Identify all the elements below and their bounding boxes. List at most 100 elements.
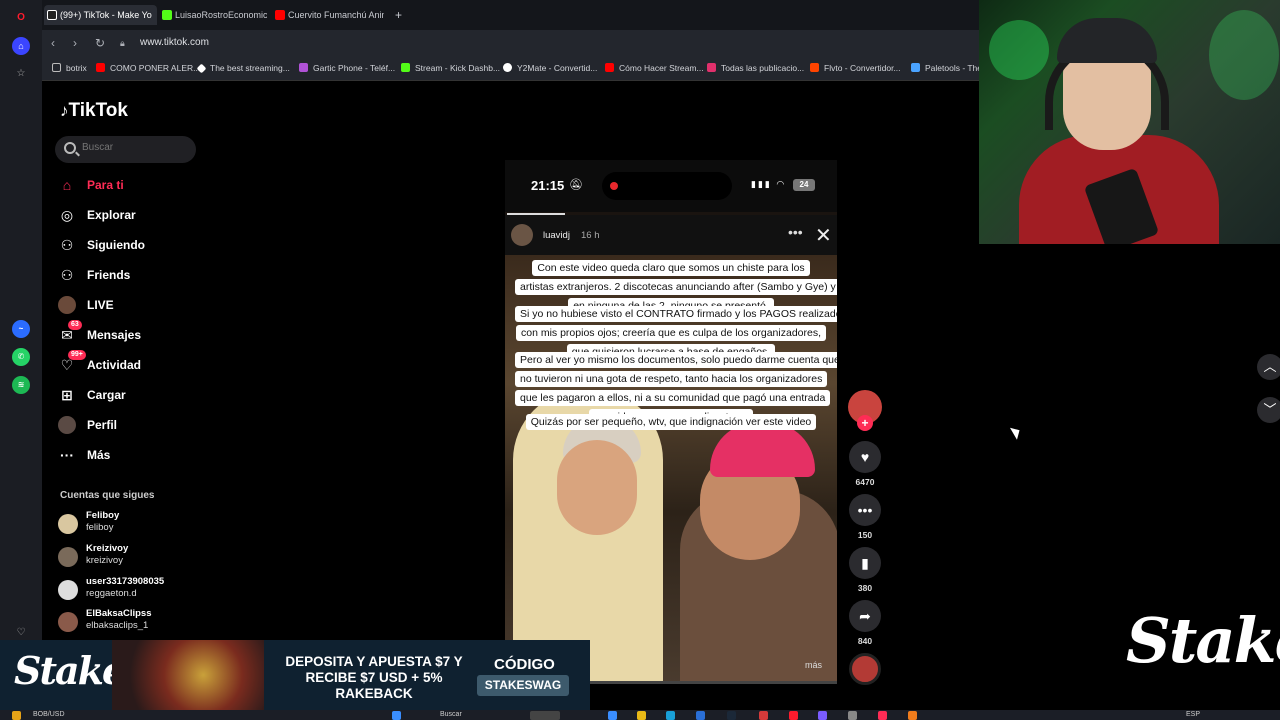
bookmarks-bar: botrix COMO PONER ALER... The best strea… (42, 57, 982, 81)
bookmark-item[interactable]: Stream - Kick Dashb... (401, 63, 500, 73)
bookmark-item[interactable]: Todas las publicacio... (707, 63, 804, 73)
opera-logo-icon[interactable]: O (12, 9, 30, 27)
tab-kick[interactable]: LuisaoRostroEconomico S (159, 5, 267, 25)
taskbar-app-icon[interactable] (759, 711, 768, 720)
bookmark-item[interactable]: Flvto - Convertidor... (810, 63, 901, 73)
bookmark-icon: ▮ (849, 547, 881, 579)
nav-item-mensajes[interactable]: ✉ 63 Mensajes (58, 320, 141, 346)
tab-tiktok[interactable]: (99+) TikTok - Make Yo (44, 5, 157, 25)
youtube-icon (605, 63, 614, 72)
home-icon[interactable]: ⌂ (12, 37, 30, 55)
video-player[interactable]: 21:15 🔕︎ ▮▮▮ ◠ 24 luavidj 16 h ••• ✕ Con… (505, 160, 837, 683)
webcam-person-cap (1057, 18, 1157, 63)
casino-art (112, 640, 264, 710)
bookmark-item[interactable]: Paletools - The (911, 63, 982, 73)
star-icon[interactable]: ☆ (12, 65, 30, 83)
save-button[interactable]: ▮ 380 (848, 547, 882, 593)
nav-item-explorar[interactable]: ◎ Explorar (58, 204, 136, 226)
banner-headline: DEPOSITA Y APUESTA $7 Y RECIBE $7 USD + … (285, 654, 463, 701)
webcam-light (989, 20, 1049, 80)
kick-icon (401, 63, 410, 72)
tiktok-logo[interactable]: ♪TikTok (60, 100, 128, 122)
bookmark-item[interactable]: Cómo Hacer Stream... (605, 63, 704, 73)
taskbar-app-icon[interactable] (696, 711, 705, 720)
nav-item-mas[interactable]: ··· Más (58, 444, 110, 466)
bookmark-item[interactable]: Gartic Phone - Teléf... (299, 63, 395, 73)
messenger-icon[interactable]: ~ (12, 320, 30, 338)
bookmark-item[interactable]: COMO PONER ALER... (96, 63, 200, 73)
banner-code-label: CÓDIGO (494, 656, 555, 673)
gear-icon[interactable] (848, 711, 857, 720)
bookmark-item[interactable]: The best streaming... (196, 63, 290, 74)
instagram-icon (707, 63, 716, 72)
steam-icon[interactable] (727, 711, 736, 720)
tab-bar: (99+) TikTok - Make Yo LuisaoRostroEcono… (42, 0, 979, 30)
heart-icon: ♥ (849, 441, 881, 473)
music-disc-icon[interactable] (849, 653, 881, 685)
more-link[interactable]: más (805, 660, 822, 670)
story-username: luavidj (543, 230, 570, 241)
nav-item-siguiendo[interactable]: ⚇ Siguiendo (58, 234, 145, 256)
windows-taskbar: BOB/USD Buscar ESP (0, 710, 1280, 720)
nav-item-perfil[interactable]: Perfil (58, 414, 117, 436)
search-input[interactable] (82, 142, 182, 153)
caption-line: Con este video queda claro que somos un … (532, 260, 810, 276)
forward-icon[interactable]: › (73, 36, 77, 50)
nav-item-live[interactable]: LIVE (58, 294, 114, 316)
video-person-left-face (557, 440, 637, 535)
follow-plus-icon[interactable]: + (857, 415, 873, 431)
opera-icon[interactable] (789, 711, 798, 720)
close-icon: ✕ (815, 225, 832, 247)
bookmark-item[interactable]: Y2Mate - Convertid... (503, 63, 597, 73)
tiktok-favicon-icon (47, 10, 57, 20)
taskbar-app-icon[interactable] (908, 711, 917, 720)
youtube-icon (96, 63, 105, 72)
story-time: 16 h (581, 230, 600, 241)
whatsapp-icon[interactable]: ✆ (12, 348, 30, 366)
diamond-icon (196, 63, 207, 74)
search-box[interactable] (55, 136, 196, 163)
avatar (58, 612, 78, 632)
phone-status-bar: 21:15 🔕︎ ▮▮▮ ◠ 24 (505, 160, 837, 212)
share-count: 840 (857, 636, 873, 646)
ticker-text: BOB/USD (33, 711, 65, 718)
avatar (58, 514, 78, 534)
messages-badge: 63 (68, 320, 82, 330)
stake-logo: Stake (1126, 604, 1280, 677)
paletools-icon (911, 63, 920, 72)
nav-item-friends[interactable]: ⚇ Friends (58, 264, 131, 286)
nav-item-actividad[interactable]: ♡ 99+ Actividad (58, 350, 141, 376)
new-tab-button[interactable]: + (390, 5, 408, 25)
comment-button[interactable]: ••• 150 (848, 494, 882, 540)
reload-icon[interactable]: ↻ (95, 36, 105, 50)
back-icon[interactable]: ‹ (51, 36, 55, 50)
live-icon (58, 296, 76, 314)
comment-count: 150 (857, 530, 873, 540)
chevron-up-icon[interactable]: ︿ (1257, 354, 1280, 380)
language-indicator[interactable]: ESP (1186, 710, 1200, 720)
stake-ad-banner: Stake DEPOSITA Y APUESTA $7 Y RECIBE $7 … (0, 640, 590, 710)
bookmark-item[interactable]: botrix (52, 63, 87, 73)
windows-start-icon[interactable] (392, 711, 401, 720)
caption-line: Si yo no hubiese visto el CONTRATO firma… (515, 306, 837, 322)
tiktok-app-icon[interactable] (878, 711, 887, 720)
record-dot-icon (610, 182, 618, 190)
nav-item-cargar[interactable]: ⊞ Cargar (58, 384, 126, 406)
url-field[interactable]: www.tiktok.com (140, 37, 209, 48)
share-button[interactable]: ➦ 840 (848, 600, 882, 646)
taskbar-app-icon[interactable] (818, 711, 827, 720)
tab-youtube[interactable]: Cuervito Fumanchú Anim (272, 5, 384, 25)
chevron-down-icon[interactable]: ﹀ (1257, 397, 1280, 423)
like-button[interactable]: ♥ 6470 (848, 441, 882, 487)
folder-icon[interactable] (637, 711, 646, 720)
taskbar-search[interactable]: Buscar (440, 710, 462, 720)
taskbar-app-icon[interactable] (608, 711, 617, 720)
taskbar-app-icon[interactable] (666, 711, 675, 720)
nav-item-para-ti[interactable]: ⌂ Para ti (58, 174, 124, 196)
weather-icon (12, 711, 21, 720)
taskbar-app-icon[interactable] (530, 711, 560, 720)
like-count: 6470 (855, 477, 875, 487)
spotify-icon[interactable]: ≋ (12, 376, 30, 394)
compass-icon: ◎ (60, 207, 74, 223)
more-icon: ··· (60, 447, 74, 463)
